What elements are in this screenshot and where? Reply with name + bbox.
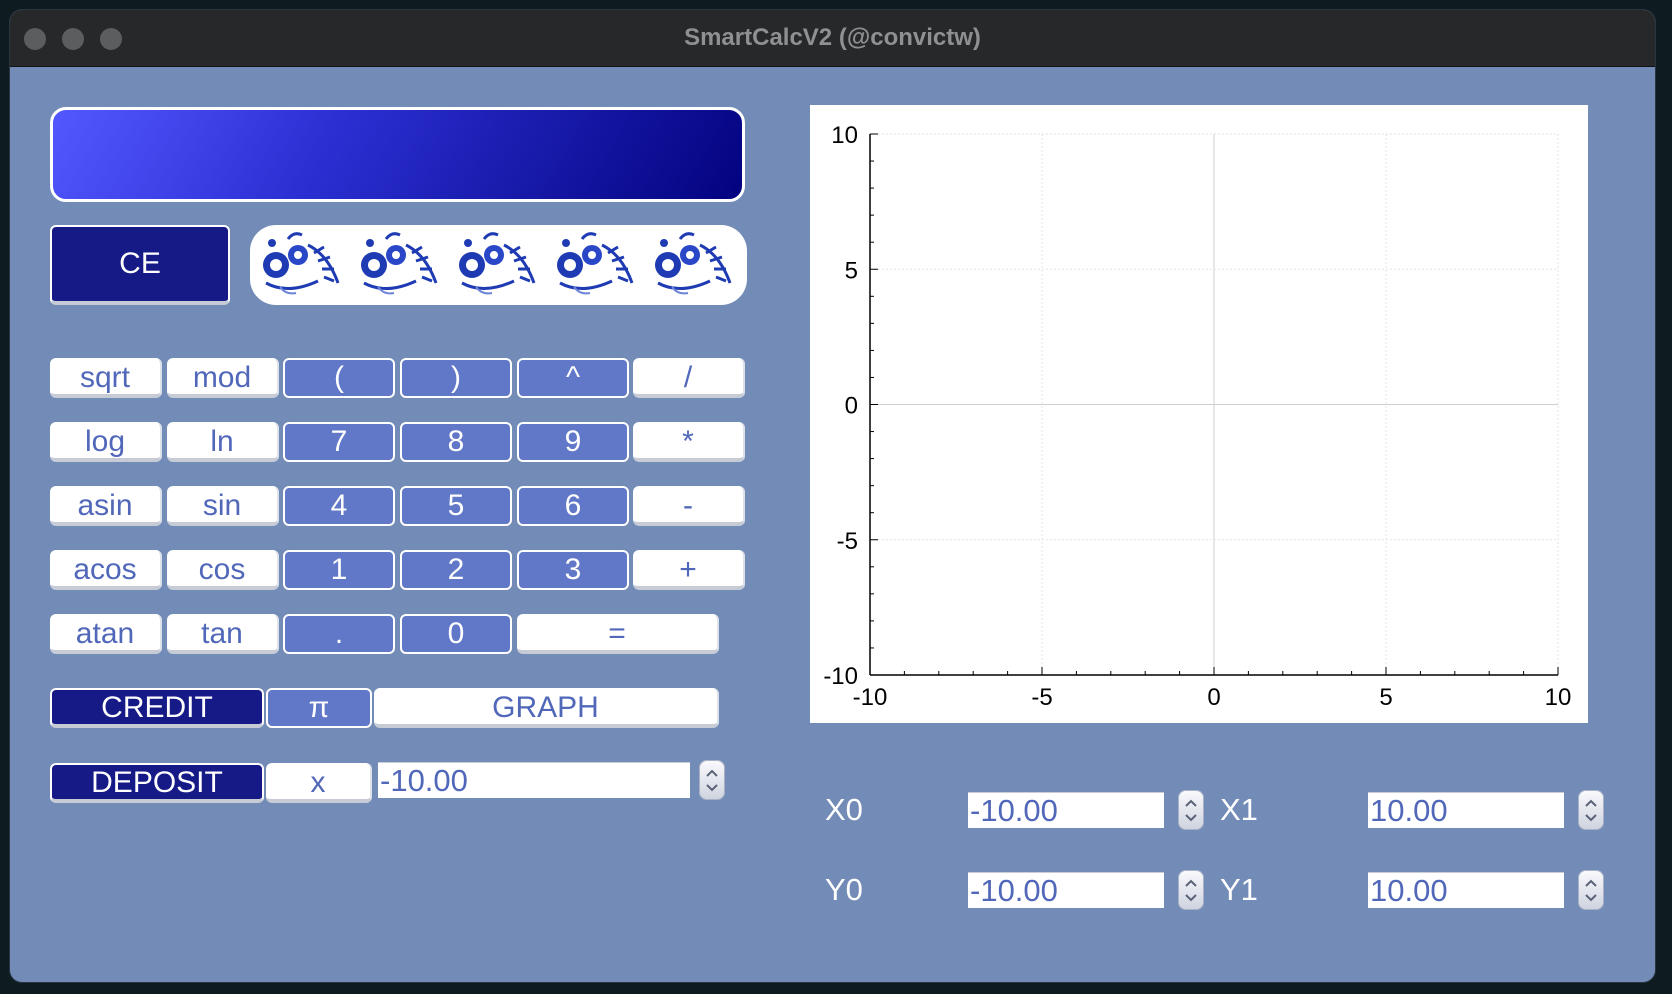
graph-button[interactable]: GRAPH — [374, 688, 719, 728]
x-value-input[interactable]: -10.00 — [378, 762, 690, 798]
cos-button[interactable]: cos — [167, 550, 279, 590]
stepper-arrows-icon — [1585, 879, 1597, 902]
ornament-pattern-icon — [261, 232, 732, 295]
1-button[interactable]: 1 — [283, 550, 395, 590]
ce-button[interactable]: CE — [50, 225, 230, 305]
x0-label: X0 — [825, 792, 863, 827]
6-button[interactable]: 6 — [517, 486, 629, 526]
0-button[interactable]: 0 — [400, 614, 512, 654]
stepper-arrows-icon — [1585, 799, 1597, 822]
x-tick-label: 5 — [1379, 684, 1392, 711]
dot-button[interactable]: . — [283, 614, 395, 654]
x1-label: X1 — [1220, 792, 1258, 827]
x-tick-label: -5 — [1031, 684, 1052, 711]
9-button[interactable]: 9 — [517, 422, 629, 462]
equals-button[interactable]: = — [517, 614, 719, 654]
app-window: SmartCalcV2 (@convictw) CE sqrt mod () … — [10, 10, 1655, 982]
window-title: SmartCalcV2 (@convictw) — [684, 24, 981, 51]
deposit-button[interactable]: DEPOSIT — [50, 763, 264, 803]
x-tick-label: 0 — [1207, 684, 1220, 711]
y1-label: Y1 — [1220, 872, 1258, 907]
3-button[interactable]: 3 — [517, 550, 629, 590]
y0-input[interactable]: -10.00 — [968, 872, 1164, 908]
minus-button[interactable]: - — [633, 486, 745, 526]
x0-input[interactable]: -10.00 — [968, 792, 1164, 828]
atan-button[interactable]: atan — [50, 614, 162, 654]
div-button[interactable]: / — [633, 358, 745, 398]
y0-stepper[interactable] — [1178, 870, 1204, 910]
y1-stepper[interactable] — [1578, 870, 1604, 910]
acos-button[interactable]: acos — [50, 550, 162, 590]
8-button[interactable]: 8 — [400, 422, 512, 462]
y1-input[interactable]: 10.00 — [1368, 872, 1564, 908]
y-tick-label: 5 — [845, 257, 858, 284]
lparen-button[interactable]: ( — [283, 358, 395, 398]
plus-button[interactable]: + — [633, 550, 745, 590]
rparen-button[interactable]: ) — [400, 358, 512, 398]
sin-button[interactable]: sin — [167, 486, 279, 526]
credit-button[interactable]: CREDIT — [50, 688, 264, 728]
expression-display[interactable] — [50, 107, 745, 202]
sqrt-button[interactable]: sqrt — [50, 358, 162, 398]
x-value-stepper[interactable] — [699, 760, 725, 800]
asin-button[interactable]: asin — [50, 486, 162, 526]
log-button[interactable]: log — [50, 422, 162, 462]
stepper-arrows-icon — [1185, 879, 1197, 902]
graph-plot: -10 -5 0 5 10 10 5 0 -5 -10 — [810, 105, 1588, 723]
ln-button[interactable]: ln — [167, 422, 279, 462]
7-button[interactable]: 7 — [283, 422, 395, 462]
pow-button[interactable]: ^ — [517, 358, 629, 398]
x-button[interactable]: x — [266, 763, 372, 803]
mul-button[interactable]: * — [633, 422, 745, 462]
stepper-arrows-icon — [706, 769, 718, 792]
x-tick-label: 10 — [1545, 684, 1572, 711]
y0-label: Y0 — [825, 872, 863, 907]
y-tick-label: -10 — [823, 663, 858, 690]
x0-stepper[interactable] — [1178, 790, 1204, 830]
x1-input[interactable]: 10.00 — [1368, 792, 1564, 828]
title-bar: SmartCalcV2 (@convictw) — [10, 10, 1655, 67]
x1-stepper[interactable] — [1578, 790, 1604, 830]
stepper-arrows-icon — [1185, 799, 1197, 822]
y-tick-label: 0 — [845, 393, 858, 420]
pi-button[interactable]: π — [266, 688, 372, 728]
y-tick-label: 10 — [831, 122, 858, 149]
2-button[interactable]: 2 — [400, 550, 512, 590]
graph-chart: -10 -5 0 5 101050-5-10 — [823, 122, 1572, 711]
tan-button[interactable]: tan — [167, 614, 279, 654]
gzhel-ornament-banner — [250, 225, 747, 305]
5-button[interactable]: 5 — [400, 486, 512, 526]
4-button[interactable]: 4 — [283, 486, 395, 526]
mod-button[interactable]: mod — [167, 358, 279, 398]
y-tick-label: -5 — [837, 528, 858, 555]
